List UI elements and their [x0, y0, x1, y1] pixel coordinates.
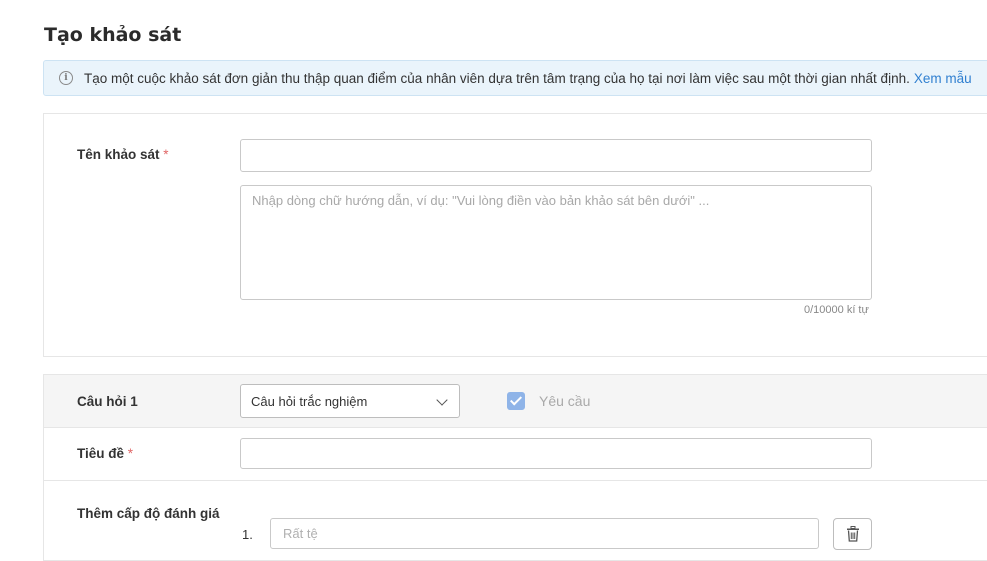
required-mark: *: [127, 446, 134, 461]
info-banner-text: Tạo một cuộc khảo sát đơn giản thu thập …: [84, 70, 910, 86]
required-checkbox-label: Yêu cầu: [539, 393, 591, 409]
description-char-counter: 0/10000 kí tự: [804, 304, 869, 316]
view-sample-link[interactable]: Xem mẫu: [914, 71, 972, 86]
question-number-label: Câu hỏi 1: [77, 394, 138, 409]
level-number: 1.: [242, 527, 253, 542]
required-checkbox[interactable]: [507, 392, 525, 410]
question-type-select[interactable]: Câu hỏi trắc nghiệm: [240, 384, 460, 418]
question-title-input[interactable]: [240, 438, 872, 469]
description-placeholder: Nhập dòng chữ hướng dẫn, ví dụ: "Vui lòn…: [252, 193, 710, 208]
level-input[interactable]: Rất tệ: [270, 518, 819, 549]
survey-description-textarea[interactable]: Nhập dòng chữ hướng dẫn, ví dụ: "Vui lòn…: [240, 185, 872, 300]
survey-name-label-text: Tên khảo sát: [77, 147, 160, 162]
info-circle-icon: i: [59, 71, 73, 85]
question-title-label-text: Tiêu đề: [77, 446, 125, 461]
survey-name-input[interactable]: [240, 139, 872, 172]
survey-name-label: Tên khảo sát *: [77, 147, 169, 162]
required-mark: *: [163, 147, 169, 162]
rating-levels-label: Thêm cấp độ đánh giá: [77, 506, 220, 521]
delete-level-button[interactable]: [833, 518, 872, 550]
trash-icon: [846, 526, 859, 542]
level-placeholder: Rất tệ: [283, 526, 318, 541]
page-title: Tạo khảo sát: [44, 24, 182, 46]
question-type-value: Câu hỏi trắc nghiệm: [251, 393, 368, 409]
chevron-down-icon: [436, 394, 448, 406]
info-banner: i Tạo một cuộc khảo sát đơn giản thu thậ…: [43, 60, 987, 96]
question-title-label: Tiêu đề *: [77, 446, 133, 461]
